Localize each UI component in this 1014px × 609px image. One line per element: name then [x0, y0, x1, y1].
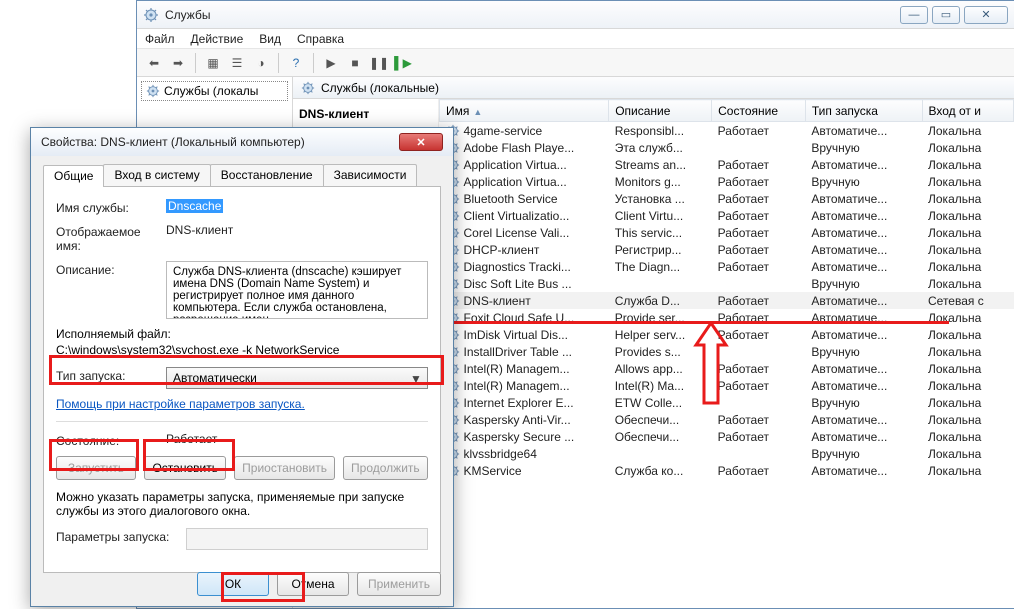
menu-view[interactable]: Вид: [259, 32, 281, 46]
label-description: Описание:: [56, 261, 166, 277]
close-button[interactable]: ✕: [964, 6, 1008, 24]
properties-dialog: Свойства: DNS-клиент (Локальный компьюте…: [30, 127, 454, 607]
label-startup: Тип запуска:: [56, 367, 166, 383]
col-start[interactable]: Тип запуска: [805, 100, 922, 122]
table-row[interactable]: Corel License Vali...This servic...Работ…: [440, 224, 1014, 241]
label-state: Состояние:: [56, 432, 166, 448]
start-button[interactable]: Запустить: [56, 456, 136, 480]
startup-type-value: Автоматически: [173, 371, 257, 385]
table-row[interactable]: Intel(R) Managem...Allows app...Работает…: [440, 360, 1014, 377]
tab-dependencies[interactable]: Зависимости: [323, 164, 418, 186]
table-row[interactable]: 4game-serviceResponsibl...РаботаетАвтома…: [440, 122, 1014, 140]
col-desc[interactable]: Описание: [609, 100, 712, 122]
menu-help[interactable]: Справка: [297, 32, 344, 46]
help-icon[interactable]: ?: [285, 52, 307, 74]
col-state[interactable]: Состояние: [712, 100, 806, 122]
value-description[interactable]: Служба DNS-клиента (dnscache) кэширует и…: [166, 261, 428, 319]
value-service-name[interactable]: Dnscache: [166, 199, 223, 213]
start-icon[interactable]: ▶: [320, 52, 342, 74]
pause-icon[interactable]: ❚❚: [368, 52, 390, 74]
help-link[interactable]: Помощь при настройке параметров запуска.: [56, 397, 305, 411]
table-row[interactable]: Application Virtua...Monitors g...Работа…: [440, 173, 1014, 190]
col-logon[interactable]: Вход от и: [922, 100, 1014, 122]
ok-button[interactable]: ОК: [197, 572, 269, 596]
tree-item-label: Службы (локалы: [164, 84, 258, 98]
gear-icon: [143, 7, 159, 23]
view-panes-icon[interactable]: ▦: [202, 52, 224, 74]
value-state: Работает: [166, 432, 428, 446]
params-input[interactable]: [186, 528, 428, 550]
table-row[interactable]: ImDisk Virtual Dis...Helper serv...Работ…: [440, 326, 1014, 343]
toolbar: ⬅ ➡ ▦ ☰ ◑ ? ▶ ■ ❚❚ ▌▶: [137, 49, 1014, 77]
tab-general[interactable]: Общие: [43, 165, 104, 187]
table-row[interactable]: InstallDriver Table ...Provides s...Вруч…: [440, 343, 1014, 360]
restart-icon[interactable]: ▌▶: [392, 52, 414, 74]
tab-recovery[interactable]: Восстановление: [210, 164, 324, 186]
tab-strip: Общие Вход в систему Восстановление Зави…: [43, 164, 441, 187]
properties-titlebar[interactable]: Свойства: DNS-клиент (Локальный компьюте…: [31, 128, 453, 156]
tree-item-services-local[interactable]: Службы (локалы: [141, 81, 288, 101]
value-exe: C:\windows\system32\svchost.exe -k Netwo…: [56, 343, 428, 357]
table-row[interactable]: Kaspersky Anti-Vir...Обеспечи...Работает…: [440, 411, 1014, 428]
label-display-name: Отображаемое имя:: [56, 223, 166, 253]
menubar: Файл Действие Вид Справка: [137, 29, 1014, 49]
gear-icon: [146, 84, 160, 98]
resume-button[interactable]: Продолжить: [343, 456, 428, 480]
table-row[interactable]: Bluetooth ServiceУстановка ...РаботаетАв…: [440, 190, 1014, 207]
menu-action[interactable]: Действие: [191, 32, 244, 46]
table-row[interactable]: Adobe Flash Playe...Эта служб...ВручнуюЛ…: [440, 139, 1014, 156]
gear-icon: [301, 81, 315, 95]
table-row[interactable]: Client Virtualizatio...Client Virtu...Ра…: [440, 207, 1014, 224]
table-row[interactable]: DHCP-клиентРегистрир...РаботаетАвтоматич…: [440, 241, 1014, 258]
nav-forward-icon[interactable]: ➡: [167, 52, 189, 74]
table-row[interactable]: DNS-клиентСлужба D...РаботаетАвтоматиче.…: [440, 292, 1014, 309]
table-row[interactable]: Disc Soft Lite Bus ...ВручнуюЛокальна: [440, 275, 1014, 292]
view-list-icon[interactable]: ☰: [226, 52, 248, 74]
services-grid[interactable]: Имя▲ Описание Состояние Тип запуска Вход…: [439, 99, 1014, 608]
startup-type-combo[interactable]: Автоматически ▼: [166, 367, 428, 389]
label-service-name: Имя службы:: [56, 199, 166, 215]
stop-icon[interactable]: ■: [344, 52, 366, 74]
stop-button[interactable]: Остановить: [144, 456, 226, 480]
hint-text: Можно указать параметры запуска, применя…: [56, 490, 428, 518]
table-row[interactable]: KMServiceСлужба ко...РаботаетАвтоматиче.…: [440, 462, 1014, 479]
label-exe: Исполняемый файл:: [56, 327, 428, 341]
close-button[interactable]: ✕: [399, 133, 443, 151]
cancel-button[interactable]: Отмена: [277, 572, 349, 596]
pause-button[interactable]: Приостановить: [234, 456, 334, 480]
col-name[interactable]: Имя▲: [440, 100, 609, 122]
right-pane-header: Службы (локальные): [293, 77, 1014, 99]
table-row[interactable]: Foxit Cloud Safe U...Provide ser...Работ…: [440, 309, 1014, 326]
services-titlebar[interactable]: Службы — ▭ ✕: [137, 1, 1014, 29]
value-display-name: DNS-клиент: [166, 223, 428, 237]
maximize-button[interactable]: ▭: [932, 6, 960, 24]
chevron-down-icon: ▼: [408, 371, 424, 387]
right-pane-title: Службы (локальные): [321, 81, 439, 95]
minimize-button[interactable]: —: [900, 6, 928, 24]
services-title: Службы: [165, 8, 900, 22]
table-row[interactable]: Kaspersky Secure ...Обеспечи...РаботаетА…: [440, 428, 1014, 445]
refresh-icon[interactable]: ◑: [250, 52, 272, 74]
detail-name: DNS-клиент: [299, 107, 432, 121]
apply-button[interactable]: Применить: [357, 572, 441, 596]
menu-file[interactable]: Файл: [145, 32, 175, 46]
tab-page-general: Имя службы: Dnscache Отображаемое имя: D…: [43, 187, 441, 573]
table-row[interactable]: Intel(R) Managem...Intel(R) Ma...Работае…: [440, 377, 1014, 394]
label-params: Параметры запуска:: [56, 528, 186, 544]
nav-back-icon[interactable]: ⬅: [143, 52, 165, 74]
table-row[interactable]: klvssbridge64ВручнуюЛокальна: [440, 445, 1014, 462]
table-row[interactable]: Diagnostics Tracki...The Diagn...Работае…: [440, 258, 1014, 275]
table-row[interactable]: Internet Explorer E...ETW Colle...Вручну…: [440, 394, 1014, 411]
properties-title: Свойства: DNS-клиент (Локальный компьюте…: [41, 135, 399, 149]
tab-logon[interactable]: Вход в систему: [103, 164, 210, 186]
table-row[interactable]: Application Virtua...Streams an...Работа…: [440, 156, 1014, 173]
